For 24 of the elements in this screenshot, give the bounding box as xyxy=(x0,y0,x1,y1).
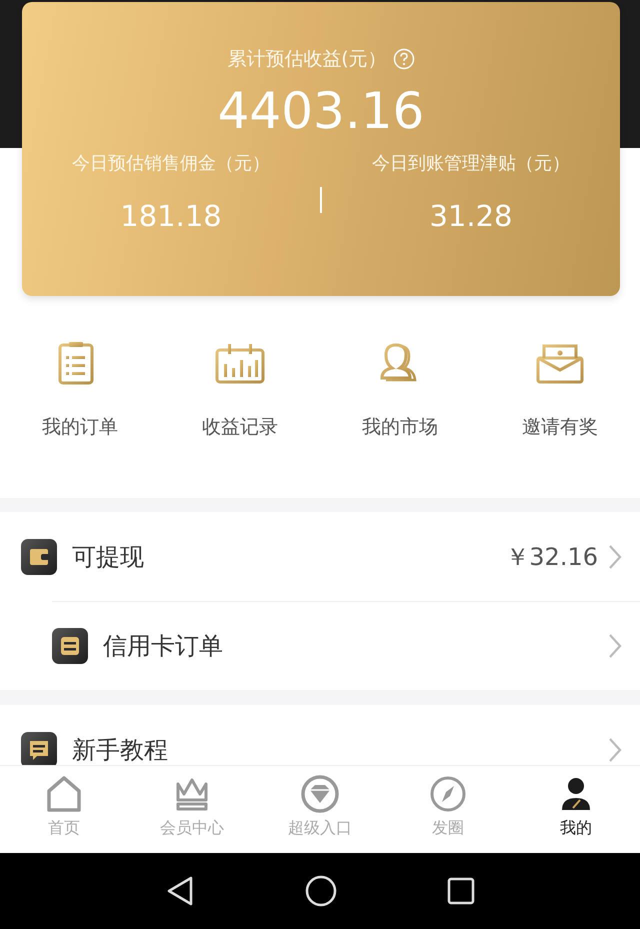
home-icon[interactable] xyxy=(305,875,337,907)
list-item[interactable]: 信用卡订单 xyxy=(52,601,640,690)
shortcut-button[interactable]: 收益记录 xyxy=(160,340,320,498)
chevron-right-icon xyxy=(608,544,622,570)
shortcut-button[interactable]: 我的订单 xyxy=(0,340,160,498)
earnings-value: 181.18 xyxy=(120,199,222,233)
earnings-value: 31.28 xyxy=(429,199,513,233)
earnings-label: 今日到账管理津贴（元） xyxy=(372,152,570,175)
back-icon[interactable] xyxy=(165,875,195,907)
total-earnings: 4403.16 xyxy=(218,84,424,139)
shortcut-button[interactable]: 我的市场 xyxy=(320,340,480,498)
chevron-right-icon xyxy=(608,633,622,659)
wallet-icon xyxy=(21,538,57,574)
recents-icon[interactable] xyxy=(447,877,475,905)
earnings-label: 今日预估销售佣金（元） xyxy=(72,152,270,175)
list-item[interactable]: 可提现 ￥32.16 xyxy=(0,512,640,601)
message-icon xyxy=(21,732,57,765)
list-icon xyxy=(52,628,88,664)
earnings-title: 累计预估收益(元） xyxy=(227,47,387,72)
chevron-right-icon xyxy=(608,736,622,762)
help-icon xyxy=(392,48,415,70)
compass-icon xyxy=(428,774,468,814)
shortcut-button[interactable]: 邀请有奖 xyxy=(480,340,640,498)
tab-item[interactable]: 我的 xyxy=(512,774,640,853)
